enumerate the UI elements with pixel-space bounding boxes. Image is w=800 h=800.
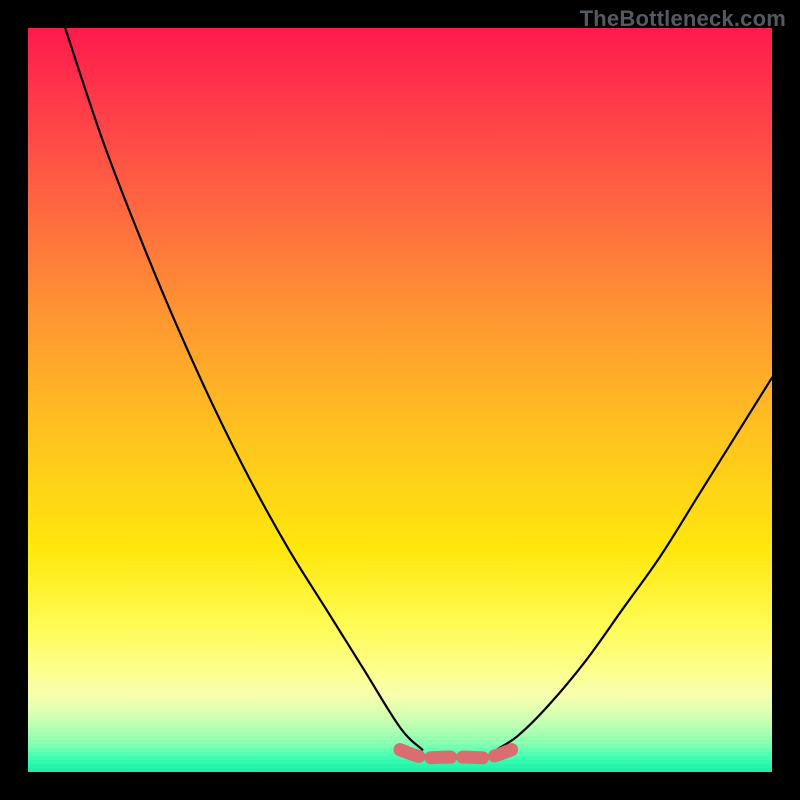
chart-frame: TheBottleneck.com [0,0,800,800]
right-curve [497,378,772,750]
chart-svg [28,28,772,772]
left-curve [65,28,422,750]
plot-area [28,28,772,772]
